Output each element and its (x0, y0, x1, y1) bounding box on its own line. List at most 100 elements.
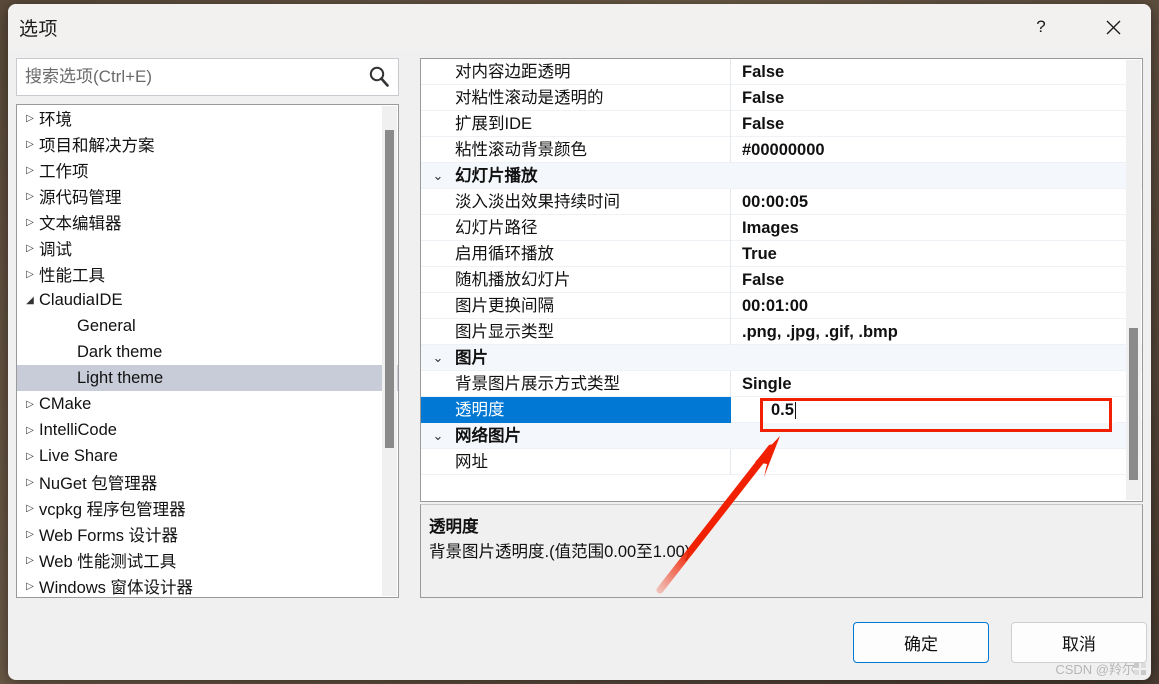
chevron-right-icon[interactable]: ▷ (21, 399, 39, 410)
property-row[interactable]: 淡入淡出效果持续时间 00:00:05 (421, 188, 1142, 215)
chevron-right-icon[interactable]: ▷ (21, 425, 39, 436)
chevron-right-icon[interactable]: ▷ (21, 581, 39, 592)
property-row[interactable]: 对粘性滚动是透明的 False (421, 84, 1142, 111)
sidebar-item-6[interactable]: ▷ 性能工具 (17, 261, 398, 287)
sidebar-item-label: 调试 (39, 241, 72, 259)
property-name: 对内容边距透明 (421, 59, 731, 85)
property-name: 对粘性滚动是透明的 (421, 84, 731, 111)
property-value: 00:00:05 (742, 192, 809, 211)
property-name: 淡入淡出效果持续时间 (421, 188, 731, 215)
sidebar-item-label: IntelliCode (39, 420, 117, 439)
sidebar-item-8[interactable]: General (17, 313, 398, 339)
sidebar-item-16[interactable]: ▷ Web Forms 设计器 (17, 521, 398, 547)
property-row[interactable]: 粘性滚动背景颜色 #00000000 (421, 136, 1142, 163)
chevron-right-icon[interactable]: ▷ (21, 269, 39, 280)
tree-scrollbar-thumb[interactable] (385, 130, 394, 448)
property-row[interactable]: 扩展到IDE False (421, 110, 1142, 137)
cancel-button[interactable]: 取消 (1011, 622, 1147, 663)
property-row[interactable]: 幻灯片路径 Images (421, 214, 1142, 241)
search-icon[interactable] (366, 64, 392, 90)
sidebar-item-4[interactable]: ▷ 文本编辑器 (17, 209, 398, 235)
sidebar-item-2[interactable]: ▷ 工作项 (17, 157, 398, 183)
sidebar-item-label: 性能工具 (39, 267, 105, 285)
close-button[interactable] (1089, 4, 1137, 50)
ok-button-label: 确定 (904, 635, 938, 654)
chevron-down-icon[interactable]: ⌄ (421, 428, 455, 444)
chevron-right-icon[interactable]: ▷ (21, 113, 39, 124)
chevron-right-icon[interactable]: ▷ (21, 451, 39, 462)
sidebar-item-label: NuGet 包管理器 (39, 475, 158, 493)
description-pane: 透明度 背景图片透明度.(值范围0.00至1.00) (420, 504, 1143, 598)
chevron-right-icon[interactable]: ▷ (21, 503, 39, 514)
chevron-right-icon[interactable]: ▷ (21, 529, 39, 540)
ok-button[interactable]: 确定 (853, 622, 989, 663)
options-tree[interactable]: ▷ 环境 ▷ 项目和解决方案 ▷ 工作项 ▷ 源代码管理 ▷ 文本编辑器 ▷ 调试 ▷ 性能工具 ◢ Clau… (16, 104, 399, 598)
property-grid[interactable]: 对内容边距透明 False 对粘性滚动是透明的 False 扩展到IDE False 粘性滚… (420, 58, 1143, 502)
property-row[interactable]: 网址 (421, 448, 1142, 475)
search-input[interactable] (17, 59, 365, 95)
sidebar-item-10[interactable]: Light theme (17, 365, 398, 391)
sidebar-item-7[interactable]: ◢ ClaudiaIDE (17, 287, 398, 313)
property-value (731, 449, 1142, 475)
text-caret (794, 401, 796, 419)
property-value: 00:01:00 (742, 296, 809, 315)
property-value: Single (742, 374, 792, 393)
property-name: 启用循环播放 (421, 240, 731, 267)
sidebar-item-11[interactable]: ▷ CMake (17, 391, 398, 417)
search-box[interactable] (16, 58, 399, 96)
property-value: False (742, 88, 785, 107)
property-value: False (742, 62, 785, 81)
sidebar-item-label: Web Forms 设计器 (39, 527, 179, 545)
sidebar-item-label: General (77, 316, 136, 335)
chevron-right-icon[interactable]: ▷ (21, 555, 39, 566)
sidebar-item-13[interactable]: ▷ Live Share (17, 443, 398, 469)
chevron-right-icon[interactable]: ▷ (21, 191, 39, 202)
property-category-row[interactable]: ⌄ 图片 (421, 345, 1142, 371)
sidebar-item-14[interactable]: ▷ NuGet 包管理器 (17, 469, 398, 495)
property-row[interactable]: 对内容边距透明 False (421, 59, 1142, 85)
sidebar-item-3[interactable]: ▷ 源代码管理 (17, 183, 398, 209)
property-row[interactable]: 启用循环播放 True (421, 240, 1142, 267)
property-value: 0.5 (771, 400, 794, 419)
sidebar-item-17[interactable]: ▷ Web 性能测试工具 (17, 547, 398, 573)
property-name: 图片 (455, 348, 488, 367)
sidebar-item-1[interactable]: ▷ 项目和解决方案 (17, 131, 398, 157)
chevron-down-icon[interactable]: ⌄ (421, 168, 455, 184)
property-value: False (742, 270, 785, 289)
chevron-right-icon[interactable]: ▷ (21, 477, 39, 488)
chevron-right-icon[interactable]: ▷ (21, 165, 39, 176)
property-row[interactable]: 透明度 0.5 (421, 396, 1142, 423)
chevron-down-icon[interactable]: ◢ (21, 295, 39, 306)
grid-scrollbar-thumb[interactable] (1129, 328, 1138, 480)
property-row[interactable]: 随机播放幻灯片 False (421, 266, 1142, 293)
property-row[interactable]: 背景图片展示方式类型 Single (421, 370, 1142, 397)
chevron-right-icon[interactable]: ▷ (21, 243, 39, 254)
chevron-right-icon[interactable]: ▷ (21, 139, 39, 150)
sidebar-item-0[interactable]: ▷ 环境 (17, 105, 398, 131)
property-name: 背景图片展示方式类型 (421, 370, 731, 397)
help-button[interactable]: ? (1017, 4, 1065, 50)
property-value: .png, .jpg, .gif, .bmp (742, 322, 898, 341)
sidebar-item-label: Web 性能测试工具 (39, 553, 177, 571)
property-value (538, 163, 1143, 189)
sidebar-item-18[interactable]: ▷ Windows 窗体设计器 (17, 573, 398, 597)
property-category-row[interactable]: ⌄ 网络图片 (421, 423, 1142, 449)
tree-scrollbar[interactable] (382, 106, 397, 596)
sidebar-item-label: ClaudiaIDE (39, 290, 123, 309)
grid-scrollbar[interactable] (1126, 60, 1141, 500)
property-row[interactable]: 图片显示类型 .png, .jpg, .gif, .bmp (421, 318, 1142, 345)
sidebar-item-12[interactable]: ▷ IntelliCode (17, 417, 398, 443)
property-grid-rows: 对内容边距透明 False 对粘性滚动是透明的 False 扩展到IDE False 粘性滚… (421, 59, 1142, 475)
chevron-down-icon[interactable]: ⌄ (421, 350, 455, 366)
sidebar-item-15[interactable]: ▷ vcpkg 程序包管理器 (17, 495, 398, 521)
property-value (521, 423, 1142, 449)
property-name: 透明度 (421, 396, 731, 423)
tree-rows: ▷ 环境 ▷ 项目和解决方案 ▷ 工作项 ▷ 源代码管理 ▷ 文本编辑器 ▷ 调试 ▷ 性能工具 ◢ Clau… (17, 105, 398, 597)
property-row[interactable]: 图片更换间隔 00:01:00 (421, 292, 1142, 319)
property-value-editor[interactable]: 0.5 (765, 397, 1115, 423)
sidebar-item-5[interactable]: ▷ 调试 (17, 235, 398, 261)
property-value: #00000000 (742, 140, 825, 159)
chevron-right-icon[interactable]: ▷ (21, 217, 39, 228)
property-category-row[interactable]: ⌄ 幻灯片播放 (421, 163, 1142, 189)
sidebar-item-9[interactable]: Dark theme (17, 339, 398, 365)
